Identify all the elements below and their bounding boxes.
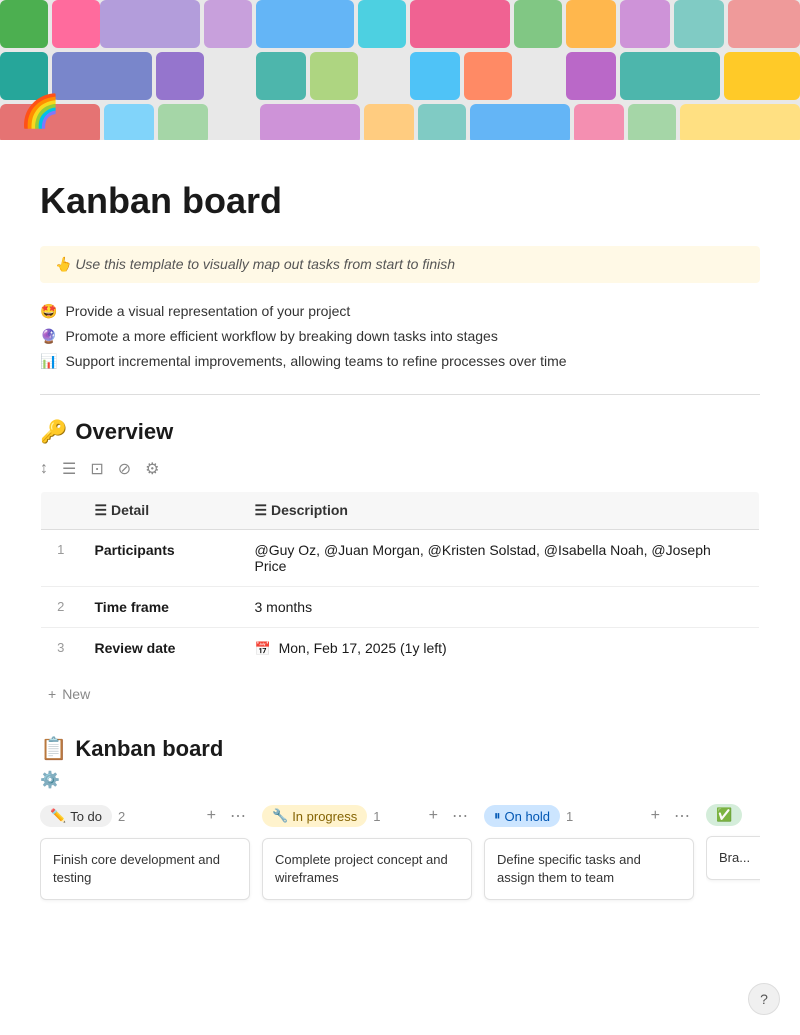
more-inprogress[interactable]: ⋯ bbox=[448, 804, 472, 828]
filter-icon[interactable]: ☰ bbox=[62, 459, 76, 479]
table-toolbar: ↕ ☰ ⊡ ⊘ ⚙ bbox=[40, 459, 760, 479]
review-date-text: Mon, Feb 17, 2025 (1y left) bbox=[279, 640, 447, 656]
overview-title: 🔑 Overview bbox=[40, 419, 760, 445]
help-icon: ? bbox=[760, 991, 768, 1007]
header-detail-icon: ☰ bbox=[95, 502, 111, 518]
add-card-inprogress[interactable]: + bbox=[425, 805, 442, 827]
kanban-col-inprogress: 🔧 In progress 1 + ⋯ Complete project con… bbox=[262, 804, 472, 900]
feature-icon-1: 🤩 bbox=[40, 303, 57, 320]
help-button[interactable]: ? bbox=[748, 983, 780, 1015]
rainbow-icon: 🌈 bbox=[20, 92, 60, 130]
badge-inprogress: 🔧 In progress bbox=[262, 805, 367, 827]
settings-icon[interactable]: ⚙ bbox=[145, 459, 159, 479]
feature-item-1: 🤩 Provide a visual representation of you… bbox=[40, 303, 760, 320]
table-header-detail: ☰ Detail bbox=[81, 492, 241, 530]
kanban-col-done: ✅ Bra... bbox=[706, 804, 760, 900]
col-actions-onhold: + ⋯ bbox=[647, 804, 694, 828]
page-title: Kanban board bbox=[40, 180, 760, 222]
kanban-col-todo: ✏️ To do 2 + ⋯ Finish core development a… bbox=[40, 804, 250, 900]
expand-icon[interactable]: ⊡ bbox=[90, 459, 103, 479]
col-header-inprogress: 🔧 In progress 1 + ⋯ bbox=[262, 804, 472, 828]
add-card-todo[interactable]: + bbox=[203, 805, 220, 827]
col-actions-todo: + ⋯ bbox=[203, 804, 250, 828]
add-new-row[interactable]: + New bbox=[40, 682, 760, 706]
col-header-onhold: ⏸ On hold 1 + ⋯ bbox=[484, 804, 694, 828]
col-count-onhold: 1 bbox=[566, 809, 573, 824]
feature-icon-3: 📊 bbox=[40, 353, 57, 370]
table-row: 3 Review date 📅 Mon, Feb 17, 2025 (1y le… bbox=[41, 628, 760, 670]
table-row: 2 Time frame 3 months bbox=[41, 587, 760, 628]
header-desc-label: Description bbox=[271, 502, 348, 518]
kanban-section: 📋 Kanban board ⚙️ ✏️ To do 2 + ⋯ bbox=[40, 736, 760, 908]
row-desc-3: 📅 Mon, Feb 17, 2025 (1y left) bbox=[241, 628, 760, 670]
overview-section: 🔑 Overview bbox=[40, 419, 760, 445]
header-desc-icon: ☰ bbox=[255, 502, 271, 518]
row-desc-1: @Guy Oz, @Juan Morgan, @Kristen Solstad,… bbox=[241, 530, 760, 587]
badge-inprogress-label: In progress bbox=[292, 809, 357, 824]
card-text-inprogress-1: Complete project concept and wireframes bbox=[275, 852, 448, 885]
card-text-onhold-1: Define specific tasks and assign them to… bbox=[497, 852, 641, 885]
hide-icon[interactable]: ⊘ bbox=[118, 459, 131, 479]
more-todo[interactable]: ⋯ bbox=[226, 804, 250, 828]
row-detail-1: Participants bbox=[81, 530, 241, 587]
col-header-todo: ✏️ To do 2 + ⋯ bbox=[40, 804, 250, 828]
col-count-todo: 2 bbox=[118, 809, 125, 824]
badge-todo: ✏️ To do bbox=[40, 805, 112, 827]
feature-item-3: 📊 Support incremental improvements, allo… bbox=[40, 353, 760, 370]
main-content: Kanban board 👆 Use this template to visu… bbox=[0, 140, 800, 948]
kanban-card-onhold-1[interactable]: Define specific tasks and assign them to… bbox=[484, 838, 694, 900]
badge-done: ✅ bbox=[706, 804, 742, 826]
col-count-inprogress: 1 bbox=[373, 809, 380, 824]
kanban-title-text: Kanban board bbox=[75, 736, 223, 762]
overview-table: ☰ Detail ☰ Description 1 Participants @G… bbox=[40, 491, 760, 670]
badge-todo-label: To do bbox=[70, 809, 102, 824]
kanban-card-done-1[interactable]: Bra... bbox=[706, 836, 760, 880]
card-text-todo-1: Finish core development and testing bbox=[53, 852, 220, 885]
feature-text-2: Promote a more efficient workflow by bre… bbox=[65, 328, 497, 344]
table-row: 1 Participants @Guy Oz, @Juan Morgan, @K… bbox=[41, 530, 760, 587]
col-actions-inprogress: + ⋯ bbox=[425, 804, 472, 828]
feature-icon-2: 🔮 bbox=[40, 328, 57, 345]
row-detail-2: Time frame bbox=[81, 587, 241, 628]
row-num-3: 3 bbox=[41, 628, 81, 670]
overview-title-text: Overview bbox=[75, 419, 173, 445]
more-onhold[interactable]: ⋯ bbox=[670, 804, 694, 828]
date-icon: 📅 bbox=[255, 641, 271, 656]
table-header-num bbox=[41, 492, 81, 530]
kanban-title: 📋 Kanban board bbox=[40, 736, 760, 762]
badge-onhold-label: On hold bbox=[505, 809, 551, 824]
row-desc-2: 3 months bbox=[241, 587, 760, 628]
feature-item-2: 🔮 Promote a more efficient workflow by b… bbox=[40, 328, 760, 345]
row-detail-3: Review date bbox=[81, 628, 241, 670]
badge-todo-icon: ✏️ bbox=[50, 808, 66, 824]
card-text-done-1: Bra... bbox=[719, 850, 750, 865]
add-card-onhold[interactable]: + bbox=[647, 805, 664, 827]
feature-text-1: Provide a visual representation of your … bbox=[65, 303, 350, 319]
col-header-done: ✅ bbox=[706, 804, 760, 826]
badge-done-icon: ✅ bbox=[716, 807, 732, 823]
kanban-settings-icon[interactable]: ⚙️ bbox=[40, 772, 60, 789]
badge-onhold-icon: ⏸ bbox=[494, 808, 501, 824]
table-header-description: ☰ Description bbox=[241, 492, 760, 530]
overview-icon: 🔑 bbox=[40, 419, 67, 445]
row-num-2: 2 bbox=[41, 587, 81, 628]
tip-box: 👆 Use this template to visually map out … bbox=[40, 246, 760, 283]
header-detail-label: Detail bbox=[111, 502, 149, 518]
badge-onhold: ⏸ On hold bbox=[484, 805, 560, 827]
sort-icon[interactable]: ↕ bbox=[40, 460, 48, 478]
badge-inprogress-icon: 🔧 bbox=[272, 808, 288, 824]
feature-list: 🤩 Provide a visual representation of you… bbox=[40, 303, 760, 370]
kanban-card-inprogress-1[interactable]: Complete project concept and wireframes bbox=[262, 838, 472, 900]
add-new-label: New bbox=[62, 686, 90, 702]
kanban-card-todo-1[interactable]: Finish core development and testing bbox=[40, 838, 250, 900]
feature-text-3: Support incremental improvements, allowi… bbox=[65, 353, 566, 369]
kanban-col-onhold: ⏸ On hold 1 + ⋯ Define specific tasks an… bbox=[484, 804, 694, 900]
kanban-icon: 📋 bbox=[40, 736, 67, 762]
section-divider bbox=[40, 394, 760, 395]
kanban-board: ✏️ To do 2 + ⋯ Finish core development a… bbox=[40, 804, 760, 908]
kanban-toolbar: ⚙️ bbox=[40, 770, 760, 790]
row-num-1: 1 bbox=[41, 530, 81, 587]
page-banner: 🌈 bbox=[0, 0, 800, 140]
add-icon: + bbox=[48, 686, 56, 702]
